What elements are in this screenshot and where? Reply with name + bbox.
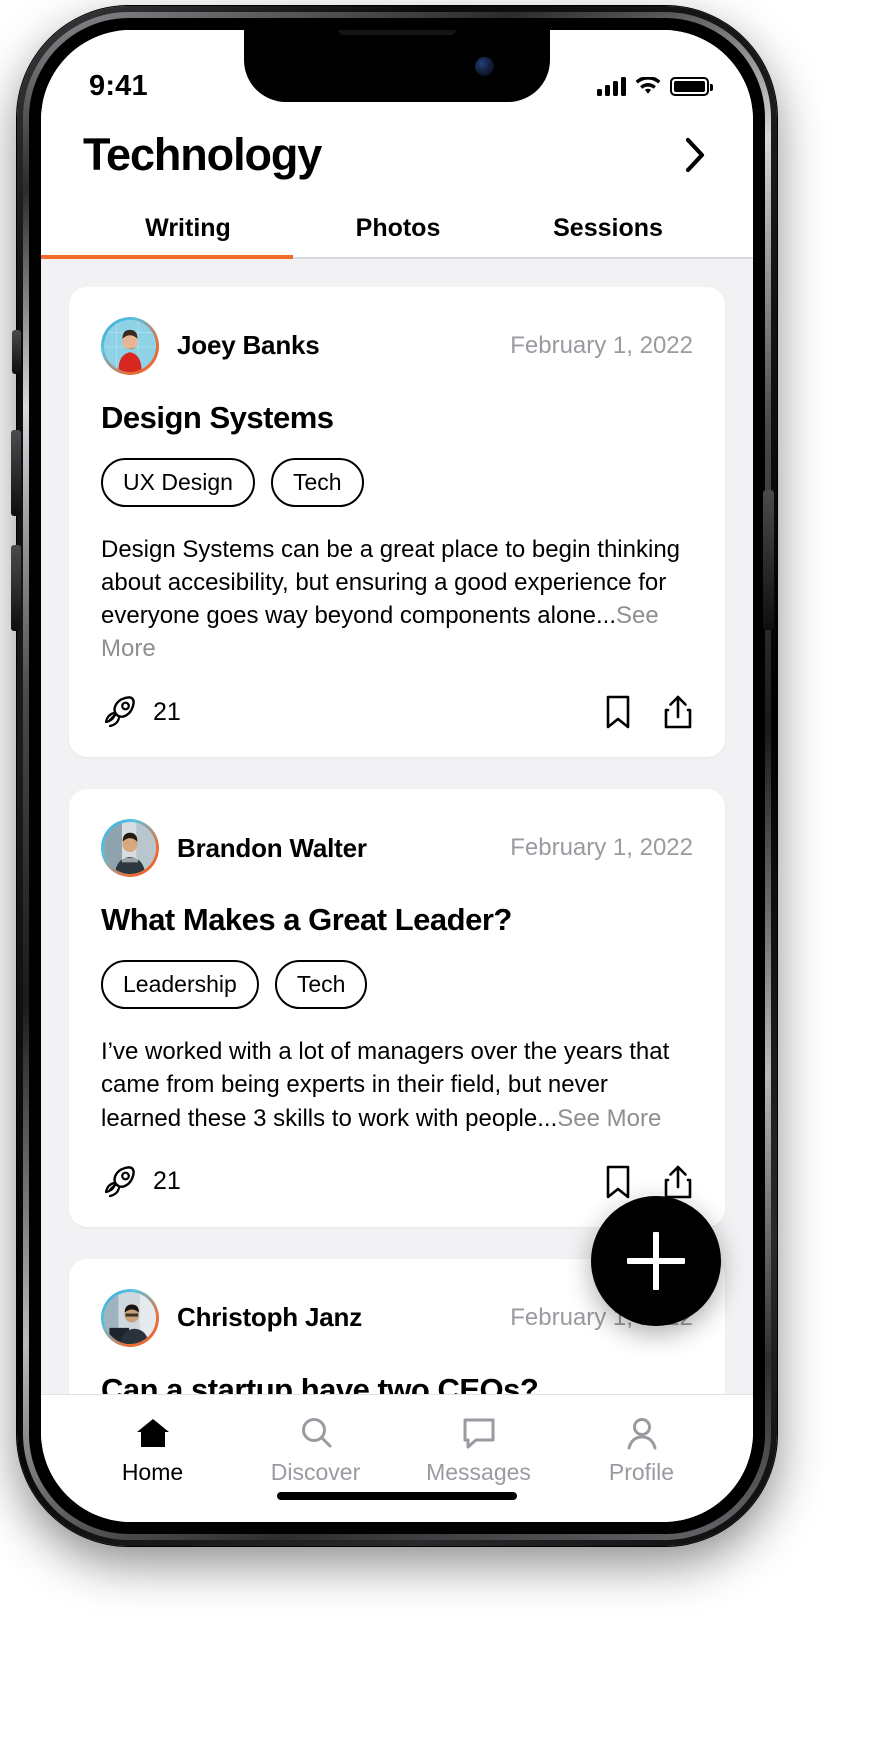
article-card[interactable]: Brandon Walter February 1, 2022 What Mak… bbox=[69, 789, 725, 1227]
article-date: February 1, 2022 bbox=[510, 331, 693, 359]
status-icons bbox=[597, 76, 713, 96]
author-name: Joey Banks bbox=[177, 330, 320, 360]
tag-row: UX Design Tech bbox=[101, 457, 693, 507]
header-top-row: Technology bbox=[83, 130, 713, 180]
author-name: Christoph Janz bbox=[177, 1302, 362, 1333]
article-feed[interactable]: Joey Banks February 1, 2022 Design Syste… bbox=[41, 258, 753, 1394]
boost-button[interactable]: 21 bbox=[101, 693, 181, 731]
notch bbox=[244, 30, 550, 102]
plus-icon-vertical bbox=[653, 1232, 659, 1290]
avatar bbox=[101, 819, 159, 878]
author-block[interactable]: Christoph Janz bbox=[101, 1288, 362, 1347]
rocket-icon bbox=[104, 1165, 135, 1197]
card-header: Joey Banks February 1, 2022 bbox=[101, 316, 693, 375]
article-card[interactable]: Joey Banks February 1, 2022 Design Syste… bbox=[69, 286, 725, 758]
nav-item-home[interactable]: Home bbox=[71, 1415, 234, 1486]
person-icon bbox=[627, 1418, 656, 1450]
nav-label: Messages bbox=[426, 1459, 531, 1485]
power-button[interactable] bbox=[763, 490, 774, 630]
boost-button[interactable]: 21 bbox=[101, 1163, 181, 1201]
home-indicator[interactable] bbox=[277, 1492, 517, 1500]
card-header: Brandon Walter February 1, 2022 bbox=[101, 819, 693, 878]
boost-count: 21 bbox=[153, 1167, 181, 1196]
article-excerpt: Design Systems can be a great place to b… bbox=[101, 533, 693, 665]
nav-label: Home bbox=[121, 1459, 184, 1485]
battery-full-icon bbox=[670, 76, 713, 96]
nav-item-discover[interactable]: Discover bbox=[234, 1415, 397, 1486]
nav-item-profile[interactable]: Profile bbox=[560, 1415, 723, 1486]
author-name: Brandon Walter bbox=[177, 832, 367, 863]
article-title[interactable]: What Makes a Great Leader? bbox=[101, 901, 693, 938]
bottom-navigation: Home Discover Messages Profile bbox=[41, 1394, 753, 1522]
volume-up-button[interactable] bbox=[11, 430, 21, 516]
share-icon[interactable] bbox=[663, 694, 693, 730]
tag-chip[interactable]: Tech bbox=[274, 960, 368, 1010]
screenshot-root: 9:41 Technology Writing Photos Sessions … bbox=[0, 0, 874, 1764]
tab-writing[interactable]: Writing bbox=[41, 214, 293, 259]
volume-down-button[interactable] bbox=[11, 545, 21, 631]
earpiece-speaker bbox=[338, 30, 456, 35]
tab-bar: Writing Photos Sessions bbox=[41, 214, 753, 259]
tag-chip[interactable]: UX Design bbox=[101, 457, 255, 507]
nav-label: Discover bbox=[270, 1459, 361, 1485]
article-title[interactable]: Can a startup have two CEOs? bbox=[101, 1371, 693, 1394]
boost-count: 21 bbox=[153, 697, 181, 726]
tab-sessions[interactable]: Sessions bbox=[503, 214, 713, 259]
card-right-actions bbox=[603, 694, 693, 730]
tag-chip[interactable]: Tech bbox=[270, 457, 364, 507]
phone-screen: 9:41 Technology Writing Photos Sessions … bbox=[41, 30, 753, 1522]
excerpt-text: Design Systems can be a great place to b… bbox=[101, 535, 681, 629]
chevron-right-icon[interactable] bbox=[679, 137, 713, 172]
message-icon bbox=[463, 1418, 494, 1449]
mute-switch[interactable] bbox=[12, 330, 21, 374]
nav-item-messages[interactable]: Messages bbox=[397, 1415, 560, 1486]
bookmark-icon[interactable] bbox=[603, 694, 633, 730]
rocket-icon bbox=[104, 696, 135, 728]
tag-row: Leadership Tech bbox=[101, 960, 693, 1010]
page-title: Technology bbox=[83, 129, 322, 180]
article-title[interactable]: Design Systems bbox=[101, 399, 693, 436]
tab-photos[interactable]: Photos bbox=[293, 214, 503, 259]
avatar bbox=[101, 316, 159, 375]
tag-chip[interactable]: Leadership bbox=[101, 960, 259, 1010]
front-camera-icon bbox=[475, 57, 494, 76]
share-icon[interactable] bbox=[663, 1164, 693, 1200]
create-post-fab[interactable] bbox=[591, 1196, 721, 1326]
wifi-icon bbox=[635, 76, 661, 94]
app-container: Technology Writing Photos Sessions Joey … bbox=[41, 30, 753, 1522]
signal-bars-icon bbox=[597, 76, 626, 96]
card-actions: 21 bbox=[101, 1163, 693, 1201]
author-block[interactable]: Brandon Walter bbox=[101, 819, 367, 878]
status-time: 9:41 bbox=[89, 69, 148, 102]
avatar bbox=[101, 1288, 159, 1347]
home-icon bbox=[136, 1419, 169, 1447]
card-actions: 21 bbox=[101, 693, 693, 731]
card-right-actions bbox=[603, 1164, 693, 1200]
bookmark-icon[interactable] bbox=[603, 1164, 633, 1200]
author-block[interactable]: Joey Banks bbox=[101, 316, 320, 375]
article-date: February 1, 2022 bbox=[510, 834, 693, 862]
see-more-link[interactable]: See More bbox=[557, 1105, 661, 1132]
article-excerpt: I’ve worked with a lot of managers over … bbox=[101, 1035, 693, 1134]
search-icon bbox=[301, 1418, 331, 1448]
nav-label: Profile bbox=[608, 1459, 675, 1485]
